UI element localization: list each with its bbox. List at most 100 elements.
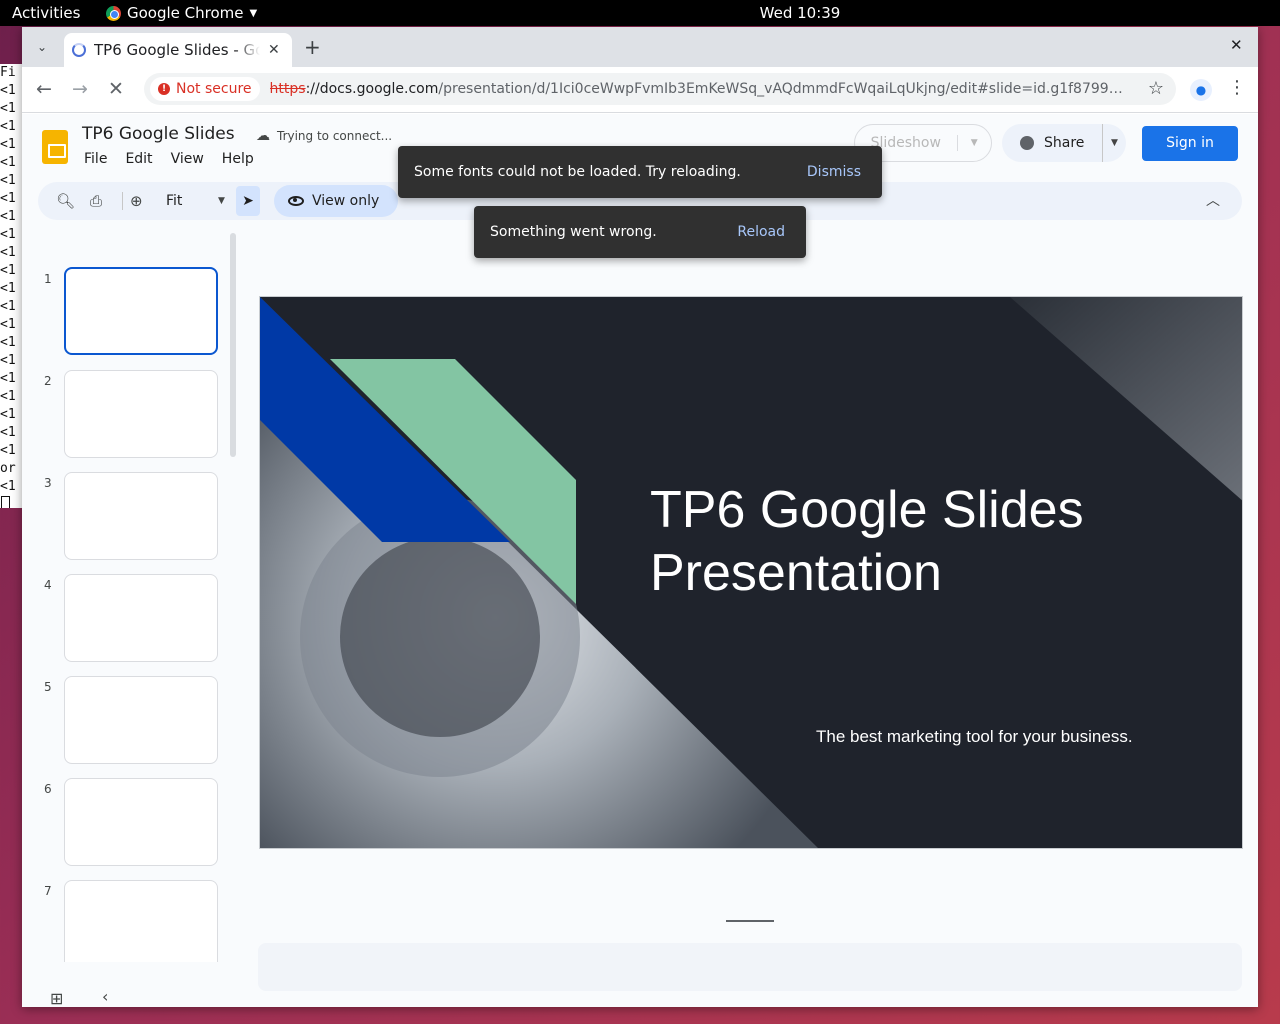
slide-number: 6 — [44, 782, 52, 796]
terminal-line: <1 — [0, 137, 16, 152]
hide-filmstrip-icon[interactable]: ‹ — [102, 987, 108, 1006]
browser-menu-icon[interactable]: ⋮ — [1228, 77, 1246, 98]
terminal-line: <1 — [0, 299, 16, 314]
select-pointer-icon[interactable]: ➤ — [236, 186, 260, 216]
zoom-select[interactable]: Fit — [166, 182, 182, 220]
filmstrip-scrollbar[interactable] — [230, 233, 236, 457]
globe-icon — [1020, 136, 1034, 150]
slide-thumbnail-5[interactable] — [64, 676, 218, 764]
reload-button[interactable]: Reload — [737, 224, 785, 240]
terminal-line: <1 — [0, 191, 16, 206]
eye-icon — [288, 196, 304, 206]
menu-bar: File Edit View Help — [84, 151, 254, 167]
slide-subtitle[interactable]: The best marketing tool for your busines… — [816, 727, 1133, 747]
error-message: Something went wrong. — [490, 224, 657, 240]
connection-status: ☁ Trying to connect... — [256, 128, 392, 144]
terminal-line: <1 — [0, 119, 16, 134]
menu-view[interactable]: View — [171, 151, 204, 167]
url-scheme: https — [269, 81, 306, 97]
slide-thumbnail-6[interactable] — [64, 778, 218, 866]
view-only-label: View only — [312, 193, 380, 209]
notes-resize-handle[interactable] — [726, 920, 774, 922]
toolbar-divider — [122, 192, 123, 210]
new-tab-button[interactable]: + — [304, 35, 321, 59]
collapse-toolbar-icon[interactable]: ︿ — [1206, 182, 1220, 220]
url-text[interactable]: https://docs.google.com/presentation/d/1… — [270, 81, 1132, 97]
terminal-line: or — [0, 461, 16, 476]
dismiss-button[interactable]: Dismiss — [807, 164, 861, 180]
fonts-warning-message: Some fonts could not be loaded. Try relo… — [414, 164, 741, 180]
fonts-warning-snackbar: Some fonts could not be loaded. Try relo… — [398, 146, 882, 198]
terminal-line: <1 — [0, 371, 16, 386]
error-snackbar: Something went wrong. Reload — [474, 206, 806, 258]
document-title[interactable]: TP6 Google Slides — [82, 124, 235, 144]
slide-title[interactable]: TP6 Google Slides Presentation — [650, 479, 1210, 605]
tab-strip: ⌄ TP6 Google Slides - Google Slides ✕ + … — [22, 27, 1258, 67]
tab-google-slides[interactable]: TP6 Google Slides - Google Slides ✕ — [64, 33, 292, 67]
system-clock[interactable]: Wed 10:39 — [0, 4, 1280, 22]
terminal-line: <1 — [0, 101, 16, 116]
warning-icon: ! — [158, 83, 170, 95]
slide-number: 1 — [44, 272, 52, 286]
security-chip[interactable]: ! Not secure — [150, 77, 260, 101]
share-button[interactable]: Share ▼ — [1002, 124, 1126, 162]
terminal-line: Fi — [0, 65, 16, 80]
slide-thumbnail-7[interactable] — [64, 880, 218, 962]
terminal-line: <1 — [0, 389, 16, 404]
slide-number: 7 — [44, 884, 52, 898]
view-only-chip[interactable]: View only — [274, 185, 398, 217]
slide-thumbnail-4[interactable] — [64, 574, 218, 662]
zoom-dropdown-icon[interactable]: ▼ — [218, 182, 225, 220]
slide-thumbnail-1[interactable] — [64, 267, 218, 355]
zoom-icon[interactable]: ⊕ — [130, 182, 143, 220]
forward-button[interactable]: → — [68, 78, 92, 100]
browser-toolbar: ← → ✕ ! Not secure https://docs.google.c… — [22, 67, 1258, 113]
slide-thumbnail-3[interactable] — [64, 472, 218, 560]
window-close-button[interactable]: ✕ — [1230, 36, 1243, 54]
terminal-line: <1 — [0, 263, 16, 278]
share-dropdown-icon[interactable]: ▼ — [1102, 124, 1118, 162]
profile-avatar-icon[interactable]: ● — [1190, 79, 1212, 101]
loading-spinner-icon — [72, 43, 86, 57]
bookmark-star-icon[interactable]: ☆ — [1148, 78, 1164, 99]
terminal-line: <1 — [0, 335, 16, 350]
speaker-notes-panel[interactable] — [258, 943, 1242, 991]
terminal-line: <1 — [0, 353, 16, 368]
terminal-line: <1 — [0, 227, 16, 242]
terminal-line: <1 — [0, 155, 16, 170]
terminal-line: <1 — [0, 209, 16, 224]
tab-close-icon[interactable]: ✕ — [268, 42, 280, 58]
tab-title: TP6 Google Slides - Google Slides — [94, 41, 260, 59]
print-icon[interactable]: ⎙ — [90, 182, 102, 220]
search-menus-icon[interactable]: 🔍︎ — [56, 182, 75, 220]
background-terminal[interactable]: Fi <1 <1 <1 <1 <1 <1 <1 <1 <1 <1 <1 <1 <1 <1 <1 <1 <1 <1 <1… — [0, 64, 24, 508]
terminal-line: <1 — [0, 317, 16, 332]
menu-edit[interactable]: Edit — [125, 151, 152, 167]
share-label: Share — [1044, 135, 1085, 151]
circuit-texture — [1010, 297, 1242, 501]
terminal-line: <1 — [0, 281, 16, 296]
terminal-line: <1 — [0, 479, 16, 494]
slideshow-dropdown-icon[interactable]: ▼ — [958, 138, 992, 148]
terminal-line: <1 — [0, 443, 16, 458]
slide-canvas[interactable]: TP6 Google Slides Presentation The best … — [259, 296, 1243, 849]
tab-search-button[interactable]: ⌄ — [30, 34, 54, 60]
slides-logo-icon[interactable] — [42, 130, 68, 164]
menu-help[interactable]: Help — [222, 151, 254, 167]
slide-number: 5 — [44, 680, 52, 694]
slide-number: 4 — [44, 578, 52, 592]
terminal-line: <1 — [0, 173, 16, 188]
terminal-line: <1 — [0, 407, 16, 422]
address-bar[interactable]: ! Not secure https://docs.google.com/pre… — [144, 73, 1176, 105]
connection-status-text: Trying to connect... — [277, 129, 393, 143]
security-label: Not secure — [176, 81, 252, 97]
url-path: /presentation/d/1Ici0ceWwpFvmIb3EmKeWSq_… — [438, 81, 1132, 97]
slide-number: 3 — [44, 476, 52, 490]
grid-view-icon[interactable]: ⊞ — [50, 989, 63, 1007]
back-button[interactable]: ← — [32, 78, 56, 100]
slide-thumbnail-2[interactable] — [64, 370, 218, 458]
menu-file[interactable]: File — [84, 151, 107, 167]
sign-in-button[interactable]: Sign in — [1142, 126, 1238, 161]
terminal-line: <1 — [0, 83, 16, 98]
stop-loading-button[interactable]: ✕ — [104, 78, 128, 100]
